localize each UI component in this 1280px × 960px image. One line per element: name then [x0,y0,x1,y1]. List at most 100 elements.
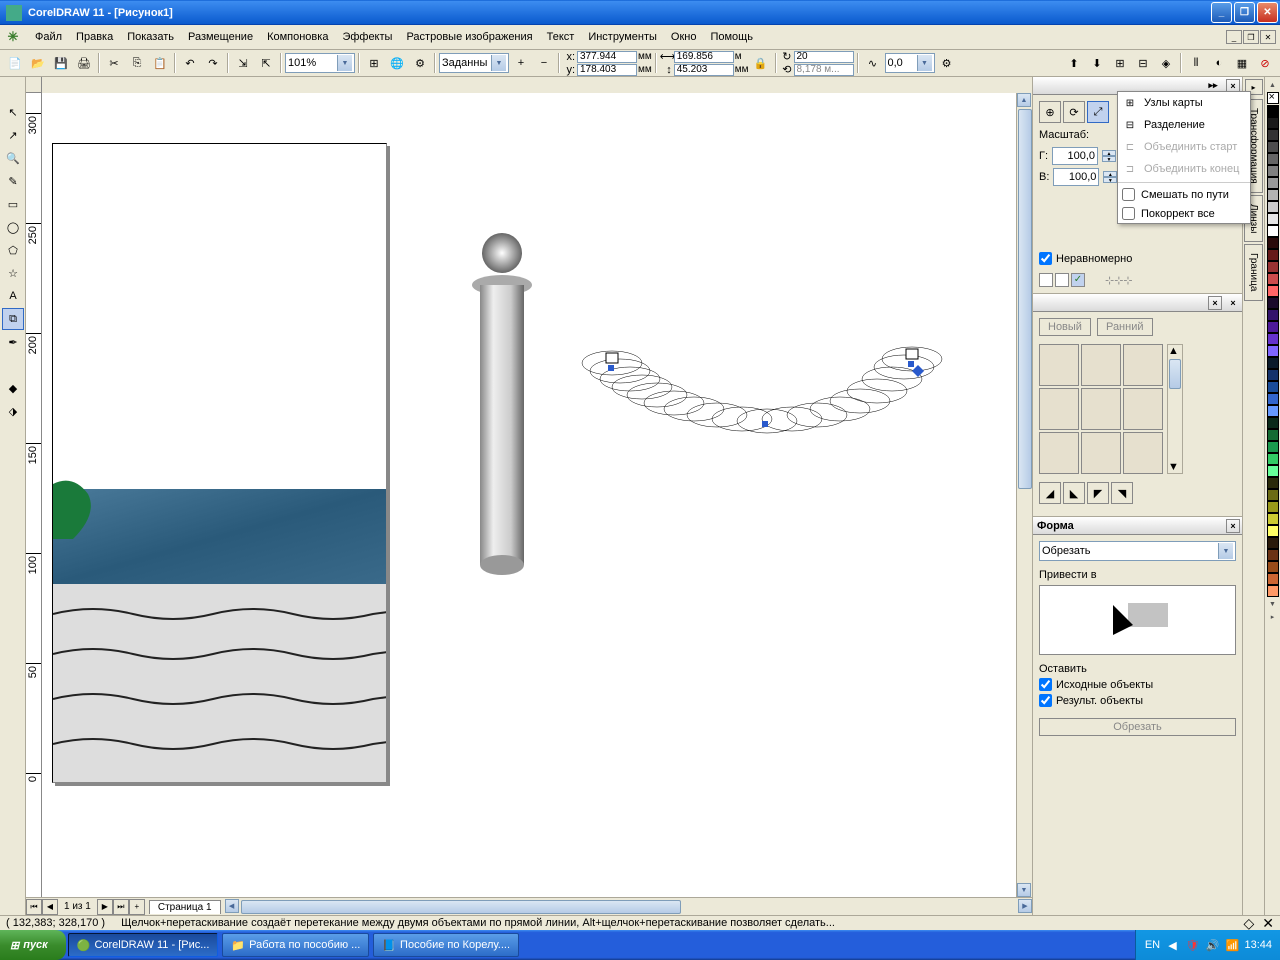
w-input[interactable] [674,51,734,63]
zoom-combo[interactable]: 101% ▼ [285,53,355,73]
color-swatch[interactable] [1267,393,1279,405]
color-swatch[interactable] [1267,489,1279,501]
color-swatch[interactable] [1267,309,1279,321]
transform-scale-icon[interactable]: ⤢ [1087,101,1109,123]
color-swatch[interactable] [1267,297,1279,309]
import-icon[interactable]: ⇲ [232,52,254,74]
save-icon[interactable]: 💾 [50,52,72,74]
color-swatch[interactable] [1267,453,1279,465]
color-swatch[interactable] [1267,573,1279,585]
menu-file[interactable]: Файл [28,28,69,46]
no-color-swatch[interactable] [1267,92,1279,104]
lens-btn-4[interactable]: ◥ [1111,482,1133,504]
color-swatch[interactable] [1267,405,1279,417]
ellipse-tool-icon[interactable]: ◯ [2,216,24,238]
early-lens-button[interactable]: Ранний [1097,318,1153,336]
color-swatch[interactable] [1267,525,1279,537]
undo-icon[interactable]: ↶ [179,52,201,74]
options-icon[interactable]: ⚙ [409,52,431,74]
menu-arrange[interactable]: Компоновка [260,28,335,46]
scroll-right-icon[interactable]: ▶ [1018,899,1032,913]
add-page-icon[interactable]: + [129,899,145,915]
scroll-thumb[interactable] [1018,109,1032,489]
freehand-tool-icon[interactable]: ✎ [2,170,24,192]
to-back-icon[interactable]: ⬇ [1086,52,1108,74]
chevron-down-icon[interactable]: ▼ [337,55,352,71]
cm-blend-path[interactable]: Смешать по пути [1118,185,1250,204]
help-icon[interactable]: ⊘ [1254,52,1276,74]
color-swatch[interactable] [1267,225,1279,237]
eyedropper-icon[interactable]: ✒ [2,331,24,353]
export-icon[interactable]: ⇱ [255,52,277,74]
color-swatch[interactable] [1267,321,1279,333]
blend-tool-icon[interactable]: ⧉ [2,308,24,330]
chevron-down-icon[interactable]: ▼ [491,55,506,71]
vertical-ruler[interactable]: 0 50 100 150 200 250 300 [26,93,42,897]
chevron-down-icon[interactable]: ▼ [917,55,932,71]
color-swatch[interactable] [1267,117,1279,129]
add-preset-icon[interactable]: + [510,52,532,74]
color-swatch[interactable] [1267,249,1279,261]
blend-path-check[interactable] [1122,188,1135,201]
correct-all-check[interactable] [1122,207,1135,220]
mdi-minimize[interactable]: _ [1226,30,1242,44]
cm-nodes[interactable]: ⊞Узлы карты [1118,92,1250,114]
tray-icon-3[interactable]: 🔊 [1204,937,1220,953]
open-icon[interactable]: 📂 [27,52,49,74]
canvas[interactable] [42,93,1016,897]
interactive-fill-icon[interactable]: ⬗ [2,400,24,422]
align-icon[interactable]: ⫴ [1185,52,1207,74]
color-swatch[interactable] [1267,585,1279,597]
menu-edit[interactable]: Правка [69,28,120,46]
prev-page-icon[interactable]: ◀ [42,899,58,915]
menu-help[interactable]: Помощь [703,28,760,46]
color-swatch[interactable] [1267,105,1279,117]
docker-titlebar[interactable]: × × [1033,294,1242,312]
color-swatch[interactable] [1267,477,1279,489]
color-swatch[interactable] [1267,285,1279,297]
color-swatch[interactable] [1267,201,1279,213]
basic-shapes-icon[interactable]: ☆ [2,262,24,284]
mdi-restore[interactable]: ❐ [1243,30,1259,44]
color-swatch[interactable] [1267,441,1279,453]
shape-tool-icon[interactable]: ↗ [2,124,24,146]
preset-combo[interactable]: Заданны ▼ [439,53,509,73]
color-swatch[interactable] [1267,381,1279,393]
scroll-thumb[interactable] [241,900,681,914]
color-swatch[interactable] [1267,537,1279,549]
horizontal-scrollbar[interactable]: ◀ ▶ [225,899,1032,915]
menu-view[interactable]: Показать [120,28,181,46]
nonuniform-check[interactable]: Неравномерно [1039,252,1236,265]
text-tool-icon[interactable]: A [2,285,24,307]
outline-indicator-icon[interactable]: ✕ [1262,915,1274,932]
palette-down-icon[interactable]: ▼ [1266,598,1280,610]
scroll-down-icon[interactable]: ▼ [1017,883,1031,897]
blend-path-icon[interactable]: ∿ [862,52,884,74]
palette-up-icon[interactable]: ▲ [1266,79,1280,91]
start-button[interactable]: ⊞ пуск [0,930,66,960]
source-check[interactable]: Исходные объекты [1039,678,1236,691]
color-swatch[interactable] [1267,177,1279,189]
blend-chain[interactable] [572,343,952,453]
y-input[interactable] [577,64,637,76]
color-swatch[interactable] [1267,153,1279,165]
next-page-icon[interactable]: ▶ [97,899,113,915]
lens-btn-2[interactable]: ◣ [1063,482,1085,504]
menu-window[interactable]: Окно [664,28,704,46]
x-input[interactable] [577,51,637,63]
docker-titlebar[interactable]: Форма × [1033,517,1242,535]
last-page-icon[interactable]: ⏭ [113,899,129,915]
scroll-up-icon[interactable]: ▲ [1017,93,1031,107]
color-swatch[interactable] [1267,273,1279,285]
new-doc-icon[interactable]: 📄 [4,52,26,74]
task-word[interactable]: 📘Пособие по Корелу.... [373,933,519,957]
tab-border[interactable]: Граница [1244,244,1263,300]
wrap-icon[interactable]: ▦ [1231,52,1253,74]
anchor-grid[interactable] [1039,273,1085,287]
tray-icon-1[interactable]: ◀ [1164,937,1180,953]
color-swatch[interactable] [1267,141,1279,153]
cm-split[interactable]: ⊟Разделение [1118,114,1250,136]
group-icon[interactable]: ⊞ [1109,52,1131,74]
tray-icon-4[interactable]: 📶 [1224,937,1240,953]
v-scale-input[interactable] [1053,168,1099,186]
